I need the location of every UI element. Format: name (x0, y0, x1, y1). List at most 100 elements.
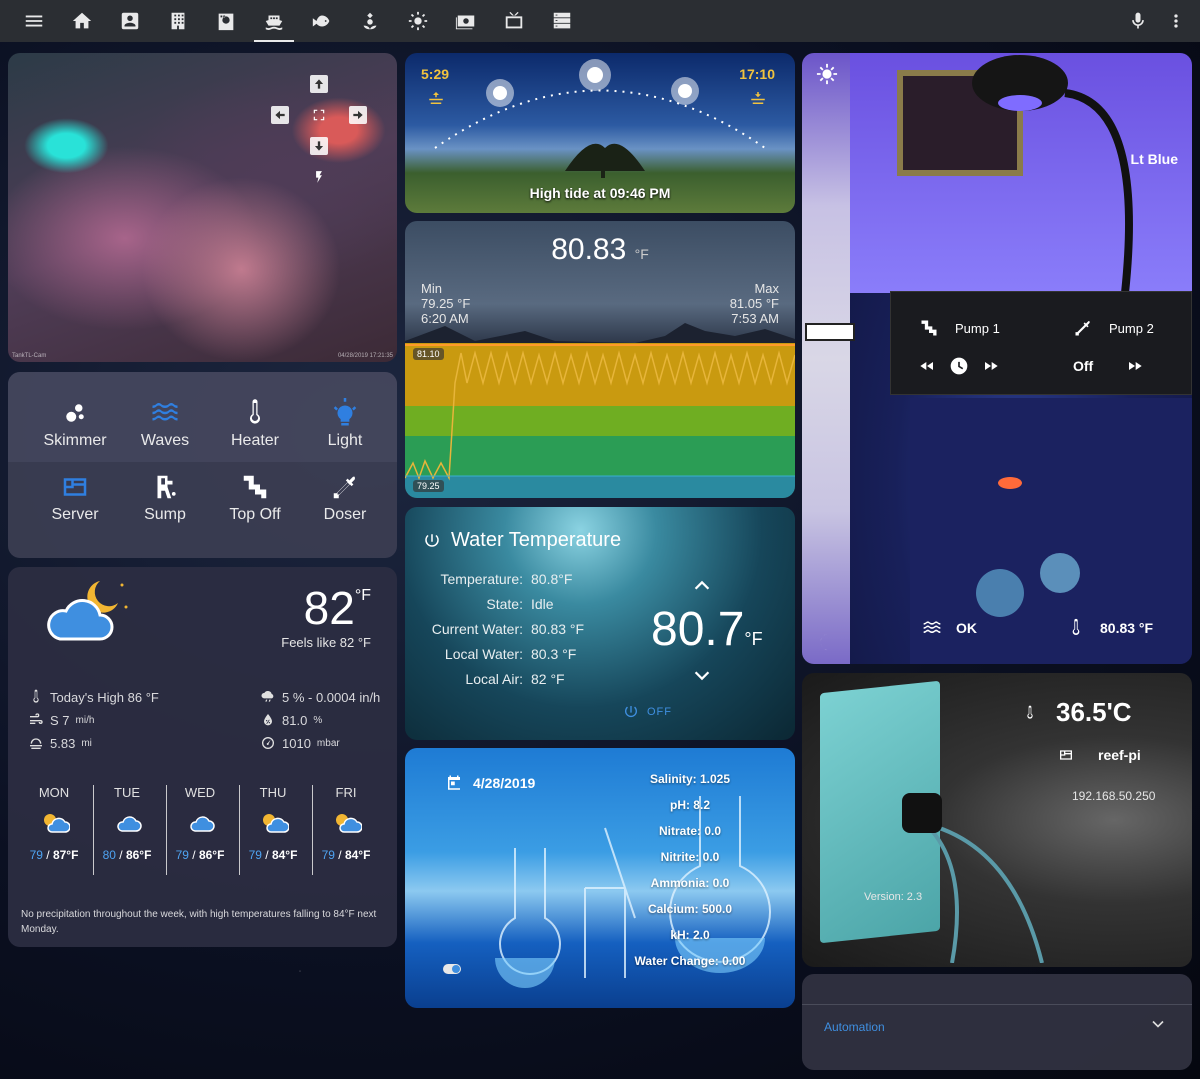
camera-caption-right: 04/28/2019 17:21:35 (337, 353, 393, 359)
graph-bottom-label: 79.25 (413, 480, 444, 492)
server-switch[interactable]: Server (30, 472, 120, 524)
television-icon[interactable] (494, 0, 534, 42)
account-box-icon[interactable] (110, 0, 150, 42)
sun-card[interactable]: 5:29 17:10 High tide at 09:46 PM (405, 53, 795, 213)
top-off-switch[interactable]: Top Off (210, 472, 300, 524)
reef-pi-card[interactable]: 36.5'C reef-pi 192.168.50.250 Version: 2… (802, 673, 1192, 967)
pipe-icon (921, 320, 937, 336)
washing-machine-icon[interactable] (206, 0, 246, 42)
server-icon (63, 478, 87, 496)
waves-icon (923, 621, 941, 633)
water-temperature-card[interactable]: Water Temperature Temperature: 80.8°F Sta… (405, 507, 795, 740)
weather-night-icon (820, 633, 829, 651)
precip-line: 5 % - 0.0004 in/h (260, 689, 380, 705)
pan-up-icon[interactable] (310, 75, 328, 93)
lab-value: Nitrite: 0.0 (660, 850, 720, 864)
pan-right-icon[interactable] (349, 106, 367, 124)
fish-icon[interactable] (302, 0, 342, 42)
wt-row: State: Idle (486, 596, 554, 612)
light-label: Light (327, 432, 363, 449)
graph-top-label: 81.10 (413, 348, 444, 360)
light-card[interactable]: Lt Blue Pump 1 Pump 2 Off OK 80.83 °F (802, 53, 1192, 664)
sump-switch[interactable]: Sump (120, 472, 210, 524)
waves-switch[interactable]: Waves (120, 398, 210, 450)
microphone-icon[interactable] (1128, 11, 1148, 31)
cpu-temp: 36.5'C (1022, 697, 1132, 728)
sunset-time: 17:10 (739, 66, 775, 82)
fast-forward-icon[interactable] (983, 358, 999, 379)
sunrise-icon (429, 92, 443, 104)
forecast-day: TUE 80 / 86°F (102, 785, 152, 862)
min-temp: Min 79.25 °F 6:20 AM (421, 281, 471, 326)
forecast-day: THU 79 / 84°F (248, 785, 298, 862)
flash-icon[interactable] (310, 168, 328, 186)
slider-handle[interactable] (805, 323, 855, 341)
fullscreen-icon[interactable] (310, 106, 328, 124)
automation-label[interactable]: Automation (824, 1020, 885, 1034)
home-icon[interactable] (62, 0, 102, 42)
host-ip: 192.168.50.250 (1072, 789, 1156, 803)
humidity-line: 81.0% (260, 712, 322, 728)
menu-icon[interactable] (14, 0, 54, 42)
chevron-up-icon[interactable] (691, 575, 713, 597)
toggle-switch[interactable] (443, 964, 461, 974)
thermometer-icon (33, 689, 39, 703)
temperature-graph-card[interactable]: 80.83 °F Min 79.25 °F 6:20 AM Max 81.05 °F 7… (405, 221, 795, 498)
rewind-icon[interactable] (919, 358, 935, 379)
light-switch[interactable]: Light (300, 398, 390, 450)
skimmer-label: Skimmer (43, 432, 107, 449)
cloudy-icon (190, 816, 215, 832)
skimmer-switch[interactable]: Skimmer (30, 398, 120, 450)
cloudy-icon (117, 816, 142, 832)
server-label: Server (51, 506, 99, 523)
feels-like: Feels like 82 °F (281, 635, 371, 650)
weather-card[interactable]: 82°F Feels like 82 °F Today's High 86 °F… (8, 567, 397, 947)
hvac-mode-button[interactable]: OFF (623, 704, 672, 720)
pan-left-icon[interactable] (271, 106, 289, 124)
tide-info: High tide at 09:46 PM (529, 185, 671, 201)
partly-sunny-icon (44, 814, 70, 833)
doser-switch[interactable]: Doser (300, 472, 390, 524)
heater-switch[interactable]: Heater (210, 398, 300, 450)
max-temp: Max 81.05 °F 7:53 AM (729, 281, 779, 326)
brightness-slider[interactable] (802, 53, 850, 664)
water-percent-icon (264, 714, 272, 726)
chevron-down-icon[interactable] (691, 664, 713, 686)
office-building-icon[interactable] (158, 0, 198, 42)
waves-icon (152, 403, 178, 421)
wt-row: Local Water: 80.3 °F (444, 646, 577, 662)
calendar-icon (448, 775, 460, 790)
doser-label: Doser (323, 506, 367, 523)
cash-icon[interactable] (446, 0, 486, 42)
chevron-down-icon[interactable] (1148, 1014, 1168, 1034)
switches-card: Skimmer Waves Heater Light Server Sump T… (8, 372, 397, 558)
top-toolbar (0, 0, 1200, 42)
water-test-card[interactable]: 4/28/2019 Salinity: 1.025 pH: 8.2 Nitrat… (405, 748, 795, 1008)
version-text: Version: 2.3 (864, 891, 923, 903)
automation-card[interactable]: Automation (802, 974, 1192, 1070)
ferry-icon[interactable] (254, 0, 294, 42)
wind-icon (30, 713, 43, 724)
brightness-icon[interactable] (398, 0, 438, 42)
pump2-label: Pump 2 (1073, 318, 1154, 338)
heater-label: Heater (230, 432, 280, 449)
fast-forward-icon[interactable] (1127, 358, 1143, 379)
flower-icon[interactable] (350, 0, 390, 42)
weather-sunny-icon (816, 63, 838, 85)
partly-sunny-icon (336, 814, 362, 833)
thermometer-icon (1072, 618, 1080, 636)
camera-feed[interactable]: TankTL-Cam 04/28/2019 17:21:35 (8, 53, 397, 362)
pressure-line: 1010 mbar (260, 735, 340, 751)
wt-row: Current Water: 80.83 °F (431, 621, 585, 637)
server-icon[interactable] (542, 0, 582, 42)
water-temp-title[interactable]: Water Temperature (423, 529, 621, 552)
pump2-state: Off (1073, 358, 1094, 374)
waves-status: OK (922, 618, 977, 638)
lab-value: Salinity: 1.025 (649, 772, 731, 786)
wind-line: S 7 mi/h (28, 712, 94, 728)
more-vertical-icon[interactable] (1166, 11, 1186, 31)
tank-temp-status: 80.83 °F (1066, 618, 1153, 638)
clock-icon[interactable] (949, 356, 969, 381)
pan-down-icon[interactable] (310, 137, 328, 155)
forecast-day: FRI 79 / 84°F (321, 785, 371, 862)
